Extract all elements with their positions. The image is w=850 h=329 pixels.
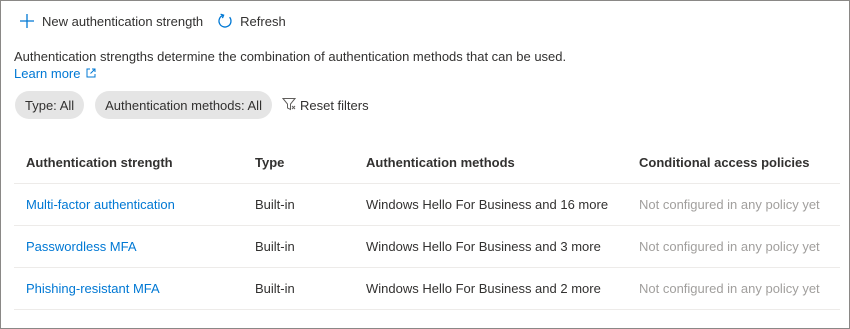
type-cell: Built-in (255, 197, 295, 212)
authentication-strengths-panel: New authentication strength Refresh Auth… (0, 0, 850, 329)
new-authentication-strength-label: New authentication strength (42, 13, 204, 29)
learn-more-link[interactable]: Learn more (14, 66, 96, 82)
authentication-methods-filter-pill[interactable]: Authentication methods: All (95, 91, 272, 119)
filter-icon (281, 97, 297, 114)
plus-icon (19, 13, 35, 29)
refresh-icon (217, 13, 233, 29)
filter-bar: Type: All Authentication methods: All Re… (15, 91, 369, 119)
new-authentication-strength-button[interactable]: New authentication strength (19, 10, 203, 32)
learn-more-label: Learn more (14, 66, 81, 81)
column-header-authentication-methods[interactable]: Authentication methods (366, 155, 639, 170)
reset-filters-label: Reset filters (299, 97, 369, 113)
strength-name-link[interactable]: Multi-factor authentication (14, 197, 255, 212)
column-header-authentication-strength[interactable]: Authentication strength (14, 155, 255, 170)
authentication-strengths-table: Authentication strength Type Authenticat… (14, 141, 840, 310)
column-header-type[interactable]: Type (255, 155, 366, 170)
refresh-label: Refresh (240, 13, 286, 29)
column-header-conditional-access-policies[interactable]: Conditional access policies (639, 155, 840, 170)
type-cell: Built-in (255, 239, 295, 254)
policies-cell: Not configured in any policy yet (639, 281, 820, 296)
methods-cell: Windows Hello For Business and 2 more (366, 281, 601, 296)
table-row[interactable]: Phishing-resistant MFA Built-in Windows … (14, 268, 840, 310)
command-bar: New authentication strength Refresh (19, 10, 286, 32)
external-link-icon (86, 66, 96, 82)
table-header-row: Authentication strength Type Authenticat… (14, 141, 840, 184)
policies-cell: Not configured in any policy yet (639, 197, 820, 212)
table-row[interactable]: Multi-factor authentication Built-in Win… (14, 184, 840, 226)
strength-name-link[interactable]: Passwordless MFA (14, 239, 255, 254)
type-cell: Built-in (255, 281, 295, 296)
reset-filters-button[interactable]: Reset filters (281, 97, 369, 114)
strength-name-link[interactable]: Phishing-resistant MFA (14, 281, 255, 296)
policies-cell: Not configured in any policy yet (639, 239, 820, 254)
refresh-button[interactable]: Refresh (217, 10, 286, 32)
description-text: Authentication strengths determine the c… (14, 49, 567, 64)
table-row[interactable]: Passwordless MFA Built-in Windows Hello … (14, 226, 840, 268)
methods-cell: Windows Hello For Business and 3 more (366, 239, 601, 254)
type-filter-pill[interactable]: Type: All (15, 91, 85, 119)
methods-cell: Windows Hello For Business and 16 more (366, 197, 609, 212)
